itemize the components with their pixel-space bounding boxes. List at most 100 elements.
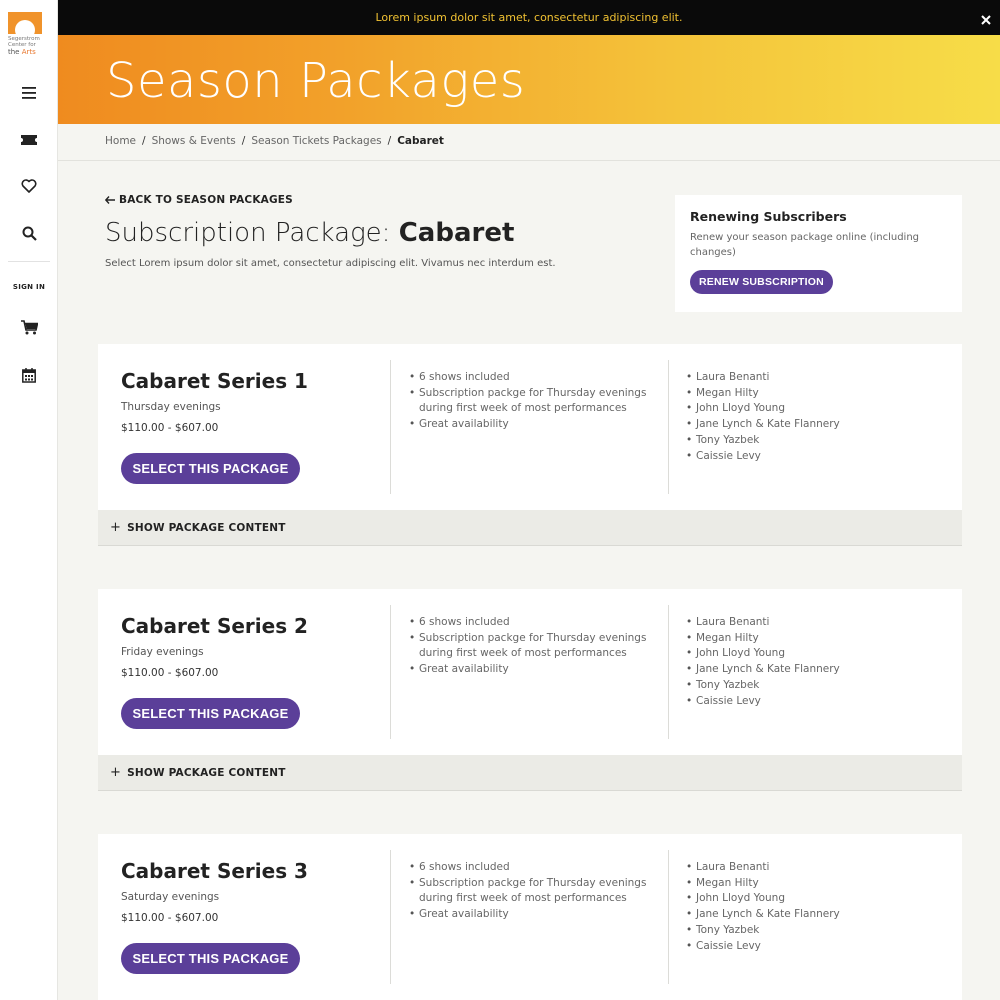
artist-item: Laura Benanti bbox=[686, 615, 926, 631]
artist-item: Jane Lynch & Kate Flannery bbox=[686, 417, 926, 433]
artist-item: John Lloyd Young bbox=[686, 891, 926, 907]
select-package-button[interactable]: SELECT THIS PACKAGE bbox=[121, 943, 300, 974]
artist-item: John Lloyd Young bbox=[686, 401, 926, 417]
logo-text: Segerstrom Center for the Arts bbox=[8, 36, 42, 56]
column-divider bbox=[668, 605, 669, 739]
breadcrumb-season-tickets[interactable]: Season Tickets Packages bbox=[251, 135, 381, 147]
show-package-content-toggle[interactable]: + SHOW PACKAGE CONTENT bbox=[98, 755, 962, 791]
package-features: 6 shows included Subscription packge for… bbox=[409, 860, 659, 923]
back-link-label: BACK TO SEASON PACKAGES bbox=[119, 194, 293, 206]
cart-icon[interactable] bbox=[0, 318, 58, 336]
package-schedule: Friday evenings bbox=[121, 646, 204, 658]
back-to-packages-link[interactable]: BACK TO SEASON PACKAGES bbox=[105, 194, 293, 206]
sign-in-link[interactable]: SIGN IN bbox=[0, 281, 58, 293]
feature-item: Subscription packge for Thursday evening… bbox=[409, 876, 659, 907]
breadcrumb-separator: / bbox=[142, 135, 146, 147]
feature-item: Great availability bbox=[409, 662, 659, 678]
artist-item: Laura Benanti bbox=[686, 370, 926, 386]
subscription-title-name: Cabaret bbox=[398, 218, 515, 248]
package-card: Cabaret Series 2 Friday evenings $110.00… bbox=[98, 589, 962, 791]
feature-item: Subscription packge for Thursday evening… bbox=[409, 386, 659, 417]
column-divider bbox=[390, 605, 391, 739]
breadcrumb-shows-events[interactable]: Shows & Events bbox=[152, 135, 236, 147]
artist-item: John Lloyd Young bbox=[686, 646, 926, 662]
select-package-button[interactable]: SELECT THIS PACKAGE bbox=[121, 453, 300, 484]
breadcrumb-separator: / bbox=[241, 135, 246, 147]
package-schedule: Saturday evenings bbox=[121, 891, 220, 903]
page-title: Season Packages bbox=[106, 53, 526, 109]
package-artists: Laura Benanti Megan Hilty John Lloyd You… bbox=[686, 860, 926, 954]
artist-item: Tony Yazbek bbox=[686, 923, 926, 939]
renew-text: Renew your season package online (includ… bbox=[690, 232, 920, 258]
package-features: 6 shows included Subscription packge for… bbox=[409, 615, 659, 678]
plus-icon: + bbox=[110, 520, 122, 535]
breadcrumb-home[interactable]: Home bbox=[105, 135, 136, 147]
feature-item: Great availability bbox=[409, 907, 659, 923]
package-artists: Laura Benanti Megan Hilty John Lloyd You… bbox=[686, 370, 926, 464]
feature-item: 6 shows included bbox=[409, 860, 659, 876]
breadcrumb: Home / Shows & Events / Season Tickets P… bbox=[105, 135, 444, 147]
artist-item: Jane Lynch & Kate Flannery bbox=[686, 662, 926, 678]
column-divider bbox=[668, 850, 669, 984]
artist-item: Laura Benanti bbox=[686, 860, 926, 876]
package-card-body: Cabaret Series 1 Thursday evenings $110.… bbox=[98, 344, 962, 510]
package-features: 6 shows included Subscription packge for… bbox=[409, 370, 659, 433]
feature-item: Great availability bbox=[409, 417, 659, 433]
heart-icon[interactable] bbox=[0, 177, 58, 195]
alert-bar: Lorem ipsum dolor sit amet, consectetur … bbox=[58, 0, 1000, 35]
package-price: $110.00 - $607.00 bbox=[121, 422, 219, 434]
toggle-label: SHOW PACKAGE CONTENT bbox=[127, 766, 286, 779]
renew-title: Renewing Subscribers bbox=[690, 209, 847, 224]
search-icon[interactable] bbox=[0, 224, 58, 242]
alert-text: Lorem ipsum dolor sit amet, consectetur … bbox=[375, 11, 683, 24]
artist-item: Jane Lynch & Kate Flannery bbox=[686, 907, 926, 923]
ticket-icon[interactable] bbox=[0, 131, 58, 149]
subscription-description: Select Lorem ipsum dolor sit amet, conse… bbox=[105, 258, 556, 269]
artist-item: Megan Hilty bbox=[686, 876, 926, 892]
package-price: $110.00 - $607.00 bbox=[121, 912, 219, 924]
select-package-button[interactable]: SELECT THIS PACKAGE bbox=[121, 698, 300, 729]
package-card: Cabaret Series 3 Saturday evenings $110.… bbox=[98, 834, 962, 1000]
close-icon[interactable] bbox=[981, 10, 991, 25]
package-name: Cabaret Series 2 bbox=[121, 614, 308, 638]
feature-item: Subscription packge for Thursday evening… bbox=[409, 631, 659, 662]
site-logo[interactable]: Segerstrom Center for the Arts bbox=[8, 12, 42, 56]
calendar-icon[interactable] bbox=[0, 366, 58, 384]
column-divider bbox=[668, 360, 669, 494]
arrow-left-icon bbox=[105, 196, 115, 204]
plus-icon: + bbox=[110, 765, 122, 780]
feature-item: 6 shows included bbox=[409, 615, 659, 631]
renew-subscription-button[interactable]: RENEW SUBSCRIPTION bbox=[690, 270, 833, 294]
subscription-title: Subscription Package: Cabaret bbox=[105, 218, 514, 248]
hero-banner: Season Packages bbox=[58, 35, 1000, 124]
logo-mark bbox=[8, 12, 42, 34]
package-price: $110.00 - $607.00 bbox=[121, 667, 219, 679]
artist-item: Megan Hilty bbox=[686, 631, 926, 647]
artist-item: Megan Hilty bbox=[686, 386, 926, 402]
sidebar-divider bbox=[8, 261, 50, 262]
breadcrumb-separator: / bbox=[387, 135, 392, 147]
show-package-content-toggle[interactable]: + SHOW PACKAGE CONTENT bbox=[98, 510, 962, 546]
artist-item: Caissie Levy bbox=[686, 449, 926, 465]
column-divider bbox=[390, 360, 391, 494]
artist-item: Tony Yazbek bbox=[686, 433, 926, 449]
artist-item: Caissie Levy bbox=[686, 694, 926, 710]
column-divider bbox=[390, 850, 391, 984]
subscription-title-prefix: Subscription Package: bbox=[105, 218, 399, 248]
menu-icon[interactable] bbox=[0, 84, 58, 102]
sidebar: Segerstrom Center for the Arts SIGN IN bbox=[0, 0, 58, 1000]
breadcrumb-divider bbox=[58, 160, 1000, 161]
package-card: Cabaret Series 1 Thursday evenings $110.… bbox=[98, 344, 962, 546]
breadcrumb-current: Cabaret bbox=[397, 135, 444, 147]
artist-item: Tony Yazbek bbox=[686, 678, 926, 694]
package-card-body: Cabaret Series 3 Saturday evenings $110.… bbox=[98, 834, 962, 1000]
logo-line3b: Arts bbox=[21, 48, 36, 56]
package-card-body: Cabaret Series 2 Friday evenings $110.00… bbox=[98, 589, 962, 755]
package-artists: Laura Benanti Megan Hilty John Lloyd You… bbox=[686, 615, 926, 709]
logo-line3a: the bbox=[8, 48, 22, 56]
logo-line3: the Arts bbox=[8, 48, 42, 56]
feature-item: 6 shows included bbox=[409, 370, 659, 386]
package-name: Cabaret Series 3 bbox=[121, 859, 308, 883]
package-schedule: Thursday evenings bbox=[121, 401, 221, 413]
renew-box: Renewing Subscribers Renew your season p… bbox=[675, 195, 962, 312]
